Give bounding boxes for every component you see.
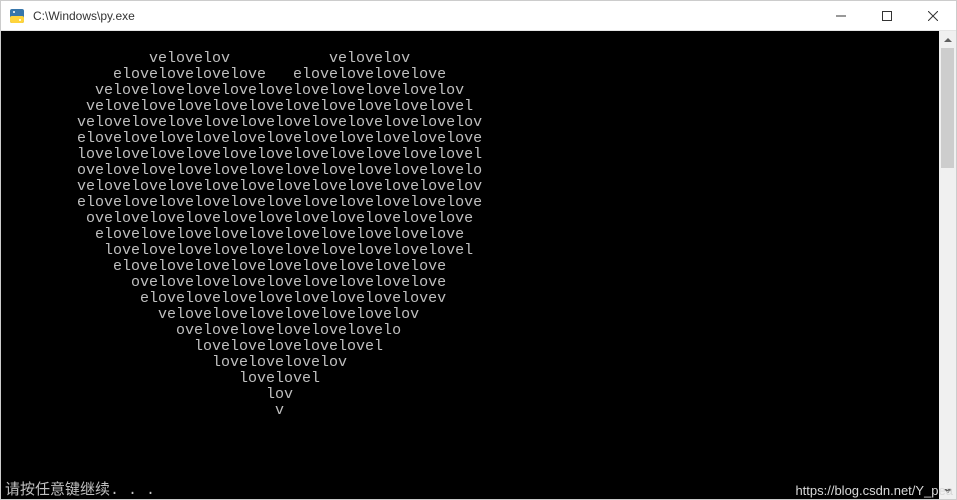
scroll-up-button[interactable] <box>939 31 956 48</box>
console-text: velovelov velovelov elovelovelovelove el… <box>5 50 482 419</box>
console-output[interactable]: velovelov velovelov elovelovelovelove el… <box>1 31 939 499</box>
app-window: C:\Windows\py.exe velovelov velovelov el… <box>0 0 957 500</box>
window-controls <box>818 1 956 30</box>
scroll-down-button[interactable] <box>939 482 956 499</box>
scrollbar-track[interactable] <box>939 48 956 482</box>
scrollbar-thumb[interactable] <box>941 48 954 168</box>
app-icon <box>9 8 25 24</box>
close-button[interactable] <box>910 1 956 30</box>
window-title: C:\Windows\py.exe <box>31 9 818 23</box>
minimize-button[interactable] <box>818 1 864 30</box>
content-area: velovelov velovelov elovelovelovelove el… <box>1 31 956 499</box>
vertical-scrollbar[interactable] <box>939 31 956 499</box>
maximize-button[interactable] <box>864 1 910 30</box>
titlebar[interactable]: C:\Windows\py.exe <box>1 1 956 31</box>
prompt-text: 请按任意键继续. . . <box>5 482 155 499</box>
